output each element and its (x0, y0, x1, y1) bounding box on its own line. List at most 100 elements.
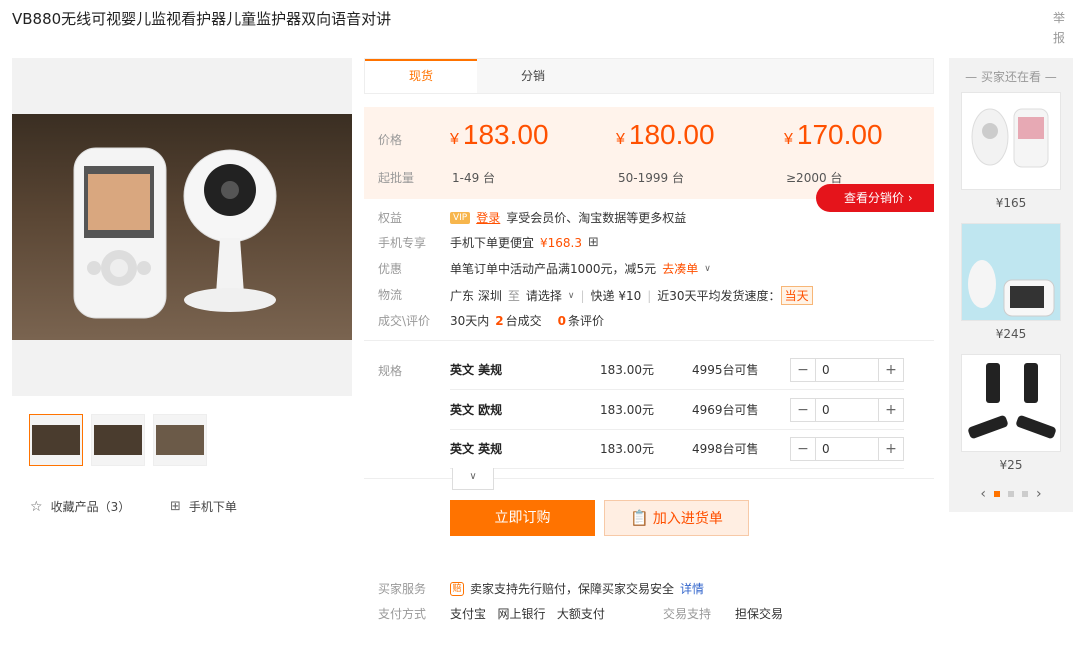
trade-support-value: 担保交易 (735, 607, 784, 621)
ship-speed-text: 近30天平均发货速度： (657, 289, 781, 303)
payment-label: 支付方式 (378, 607, 427, 621)
report-link[interactable]: 举报 (1052, 8, 1066, 48)
spec-stock: 4998台可售 (692, 442, 759, 456)
spec-price: 183.00元 (600, 363, 654, 377)
mobile-exclusive-row: 手机下单更便宜 ¥168.3 ⊞ (450, 234, 599, 251)
minus-button[interactable]: − (791, 359, 815, 381)
qrcode-icon[interactable]: ⊞ (588, 235, 599, 250)
plus-button[interactable]: + (879, 438, 903, 460)
promo-link[interactable]: 去凑单 (662, 260, 698, 277)
spec-row: 英文 欧规 183.00元 4969台可售 − 0 + (450, 390, 904, 430)
deals-suffix: 台成交 (505, 314, 542, 328)
spec-label: 规格 (378, 364, 403, 378)
buyer-service-text: 卖家支持先行赔付，保障买家交易安全 (470, 582, 675, 596)
quantity-input[interactable]: 0 (815, 437, 879, 460)
quantity-input[interactable]: 0 (815, 398, 879, 421)
thumbnail-2[interactable] (91, 414, 145, 466)
mobile-order-label: 手机下单 (188, 500, 237, 514)
tab-distribution[interactable]: 分销 (477, 59, 589, 93)
qty-tier-1: 1-49 台 (452, 171, 496, 185)
reviews-count[interactable]: 0 (558, 314, 566, 328)
divider (364, 478, 934, 479)
qrcode-icon: ⊞ (170, 499, 181, 514)
trade-support-label: 交易支持 (663, 607, 712, 621)
promo-label: 优惠 (378, 262, 403, 276)
origin: 广东 深圳 (450, 289, 502, 303)
recommended-item[interactable] (961, 92, 1061, 190)
favorite-button[interactable]: ☆ 收藏产品（3） (30, 498, 130, 515)
minus-button[interactable]: − (791, 399, 815, 421)
recommended-item[interactable] (961, 354, 1061, 452)
recommended-item[interactable] (961, 223, 1061, 321)
buyers-also-viewed-panel: — 买家还在看 — ¥165 ¥245 ¥25 ‹ › (949, 58, 1073, 512)
add-to-list-label: 加入进货单 (652, 511, 723, 527)
price-tier-1: ¥183.00 (450, 119, 549, 150)
quantity-stepper: − 0 + (790, 436, 904, 461)
mobile-order-button[interactable]: ⊞ 手机下单 (170, 498, 237, 515)
mobile-price: ¥168.3 (540, 235, 583, 250)
expand-specs-button[interactable]: ∨ (452, 468, 494, 490)
chevron-down-icon[interactable]: ∨ (704, 264, 711, 274)
logistics-row: 广东 深圳 至 请选择 ∨ | 快递 ¥10 | 近30天平均发货速度： 当天 (450, 286, 813, 305)
deals-row: 30天内 2 台成交 0 条评价 (450, 312, 604, 329)
side-panel-title: — 买家还在看 — (965, 70, 1057, 84)
spec-row: 英文 英规 183.00元 4998台可售 − 0 + (450, 429, 904, 469)
product-photo (12, 114, 352, 340)
thumbnail-3[interactable] (153, 414, 207, 466)
chevron-left-icon[interactable]: ‹ (980, 486, 986, 502)
chevron-down-icon[interactable]: ∨ (568, 291, 575, 301)
deals-prefix: 30天内 (450, 314, 490, 328)
mobile-exclusive-label: 手机专享 (378, 236, 427, 250)
destination-select[interactable]: 请选择 (526, 287, 562, 304)
rights-text: 享受会员价、淘宝数据等更多权益 (506, 211, 687, 225)
compensation-icon: 赔 (450, 581, 464, 596)
recommended-price: ¥165 (995, 196, 1027, 210)
minus-button[interactable]: − (791, 438, 815, 460)
vip-badge: VIP (450, 211, 471, 224)
reviews-suffix[interactable]: 条评价 (568, 312, 604, 329)
qty-tier-2: 50-1999 台 (618, 171, 684, 185)
buy-now-button[interactable]: 立即订购 (450, 500, 595, 536)
chevron-right-icon[interactable]: › (1036, 486, 1042, 502)
plus-button[interactable]: + (879, 359, 903, 381)
page-title: VB880无线可视婴儿监视看护器儿童监护器双向语音对讲 (12, 10, 392, 28)
star-icon: ☆ (30, 498, 43, 515)
carousel-nav: ‹ › (949, 486, 1073, 502)
payment-methods: 支付宝 网上银行 大额支付 (450, 607, 605, 621)
carousel-dot[interactable] (1022, 491, 1028, 497)
divider (364, 340, 934, 341)
recommended-price: ¥25 (999, 458, 1023, 472)
price-tier-2: ¥180.00 (616, 119, 715, 150)
quantity-stepper: − 0 + (790, 357, 904, 382)
details-link[interactable]: 详情 (680, 580, 704, 597)
carousel-dot[interactable] (994, 491, 1000, 497)
recommended-price: ¥245 (995, 327, 1027, 341)
rights-label: 权益 (378, 211, 403, 225)
buyer-service-row: 赔 卖家支持先行赔付，保障买家交易安全 详情 (450, 580, 704, 597)
ship-speed-badge: 当天 (780, 286, 813, 305)
to-label: 至 (507, 289, 520, 303)
mobile-text: 手机下单更便宜 (450, 236, 535, 250)
plus-button[interactable]: + (879, 399, 903, 421)
thumbnail-1[interactable] (29, 414, 83, 466)
divider: | (647, 288, 652, 303)
main-product-image[interactable] (12, 58, 352, 396)
tab-spot[interactable]: 现货 (365, 59, 477, 93)
deals-count: 2 (495, 313, 504, 328)
spec-name: 英文 英规 (450, 442, 503, 456)
spec-price: 183.00元 (600, 403, 654, 417)
price-tier-3: ¥170.00 (784, 119, 883, 150)
quantity-input[interactable]: 0 (815, 358, 879, 381)
logistics-label: 物流 (378, 288, 403, 302)
express-fee: 快递 ¥10 (590, 289, 642, 303)
carousel-dot[interactable] (1008, 491, 1014, 497)
login-link[interactable]: 登录 (476, 209, 500, 226)
spec-stock: 4995台可售 (692, 363, 759, 377)
buyer-service-label: 买家服务 (378, 582, 427, 596)
view-distribution-price-button[interactable]: 查看分销价 › (816, 184, 934, 212)
spec-row: 英文 美规 183.00元 4995台可售 − 0 + (450, 350, 904, 390)
spec-price: 183.00元 (600, 442, 654, 456)
promo-text: 单笔订单中活动产品满1000元，减5元 (450, 262, 657, 276)
rights-row: VIP 登录 享受会员价、淘宝数据等更多权益 (450, 209, 686, 226)
add-to-purchase-list-button[interactable]: 📋 加入进货单 (604, 500, 749, 536)
